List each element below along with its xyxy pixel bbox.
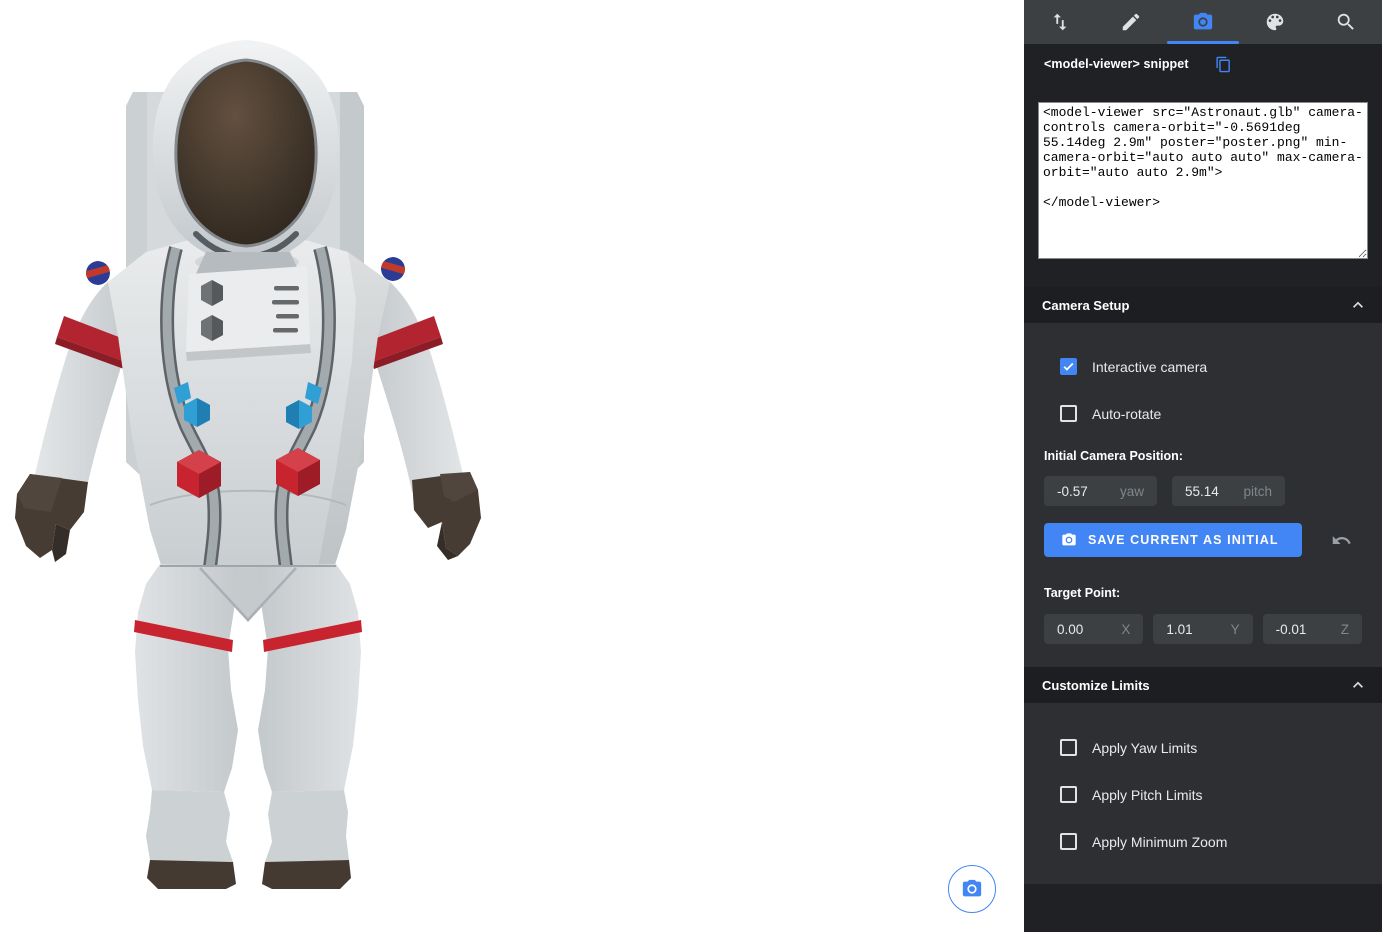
target-y-value: 1.01 [1166, 622, 1192, 637]
astronaut-boots [146, 790, 351, 889]
apply-minimum-zoom-checkbox[interactable] [1060, 833, 1077, 850]
target-z-value: -0.01 [1276, 622, 1307, 637]
customize-limits-header[interactable]: Customize Limits [1024, 667, 1382, 703]
apply-pitch-limits-label: Apply Pitch Limits [1092, 787, 1202, 803]
chevron-up-icon [1348, 295, 1368, 315]
editor-panel: <model-viewer> snippet <model-viewer src… [1024, 0, 1382, 932]
apply-yaw-limits-row[interactable]: Apply Yaw Limits [1044, 739, 1362, 756]
apply-yaw-limits-checkbox[interactable] [1060, 739, 1077, 756]
target-point-label: Target Point: [1044, 586, 1362, 600]
tab-camera[interactable] [1167, 0, 1239, 44]
search-icon [1335, 11, 1357, 33]
camera-setup-header[interactable]: Camera Setup [1024, 287, 1382, 323]
astronaut-chest-panel [186, 266, 311, 361]
copy-snippet-button[interactable] [1215, 56, 1232, 73]
pitch-input[interactable]: 55.14 pitch [1172, 476, 1285, 506]
model-viewport[interactable] [0, 0, 1024, 932]
camera-icon [1061, 532, 1077, 548]
undo-icon [1331, 530, 1352, 551]
tab-import-export[interactable] [1024, 0, 1096, 44]
camera-setup-section: Interactive camera Auto-rotate Initial C… [1024, 323, 1382, 667]
apply-minimum-zoom-row[interactable]: Apply Minimum Zoom [1044, 833, 1362, 850]
target-y-unit: Y [1231, 622, 1240, 637]
yaw-unit: yaw [1120, 484, 1144, 499]
auto-rotate-label: Auto-rotate [1092, 406, 1161, 422]
edit-icon [1120, 11, 1142, 33]
copy-icon [1215, 56, 1232, 73]
target-z-unit: Z [1341, 622, 1349, 637]
interactive-camera-label: Interactive camera [1092, 359, 1207, 375]
camera-setup-title: Camera Setup [1042, 298, 1129, 313]
snippet-code-textarea[interactable]: <model-viewer src="Astronaut.glb" camera… [1038, 102, 1368, 259]
interactive-camera-row[interactable]: Interactive camera [1044, 358, 1362, 375]
customize-limits-collapse-button[interactable] [1348, 675, 1368, 695]
auto-rotate-checkbox[interactable] [1060, 405, 1077, 422]
camera-setup-collapse-button[interactable] [1348, 295, 1368, 315]
panel-filler [1024, 884, 1382, 932]
tabbar [1024, 0, 1382, 44]
customize-limits-section: Apply Yaw Limits Apply Pitch Limits Appl… [1024, 703, 1382, 884]
save-button-label: SAVE CURRENT AS INITIAL [1088, 533, 1279, 547]
tab-inspector[interactable] [1310, 0, 1382, 44]
customize-limits-title: Customize Limits [1042, 678, 1150, 693]
snippet-section: <model-viewer> snippet <model-viewer src… [1024, 44, 1382, 287]
snippet-title: <model-viewer> snippet [1044, 57, 1189, 71]
astronaut-legs [134, 564, 362, 792]
apply-minimum-zoom-label: Apply Minimum Zoom [1092, 834, 1227, 850]
apply-pitch-limits-row[interactable]: Apply Pitch Limits [1044, 786, 1362, 803]
undo-button[interactable] [1331, 530, 1352, 551]
target-x-input[interactable]: 0.00 X [1044, 614, 1143, 644]
check-icon [1062, 360, 1075, 373]
pitch-value: 55.14 [1185, 484, 1219, 499]
target-y-input[interactable]: 1.01 Y [1153, 614, 1252, 644]
save-current-as-initial-button[interactable]: SAVE CURRENT AS INITIAL [1044, 523, 1302, 557]
pitch-unit: pitch [1243, 484, 1272, 499]
yaw-value: -0.57 [1057, 484, 1088, 499]
target-x-value: 0.00 [1057, 622, 1083, 637]
tab-edit[interactable] [1096, 0, 1168, 44]
camera-icon [1192, 11, 1214, 33]
interactive-camera-checkbox[interactable] [1060, 358, 1077, 375]
tab-materials[interactable] [1239, 0, 1311, 44]
import-export-icon [1049, 11, 1071, 33]
auto-rotate-row[interactable]: Auto-rotate [1044, 405, 1362, 422]
astronaut-model [0, 0, 520, 932]
capture-poster-button[interactable] [948, 865, 996, 913]
chevron-up-icon [1348, 675, 1368, 695]
apply-yaw-limits-label: Apply Yaw Limits [1092, 740, 1197, 756]
target-x-unit: X [1121, 622, 1130, 637]
palette-icon [1264, 11, 1286, 33]
camera-icon [961, 878, 983, 900]
target-z-input[interactable]: -0.01 Z [1263, 614, 1362, 644]
initial-camera-position-label: Initial Camera Position: [1044, 449, 1362, 463]
yaw-input[interactable]: -0.57 yaw [1044, 476, 1157, 506]
app: <model-viewer> snippet <model-viewer src… [0, 0, 1382, 932]
apply-pitch-limits-checkbox[interactable] [1060, 786, 1077, 803]
